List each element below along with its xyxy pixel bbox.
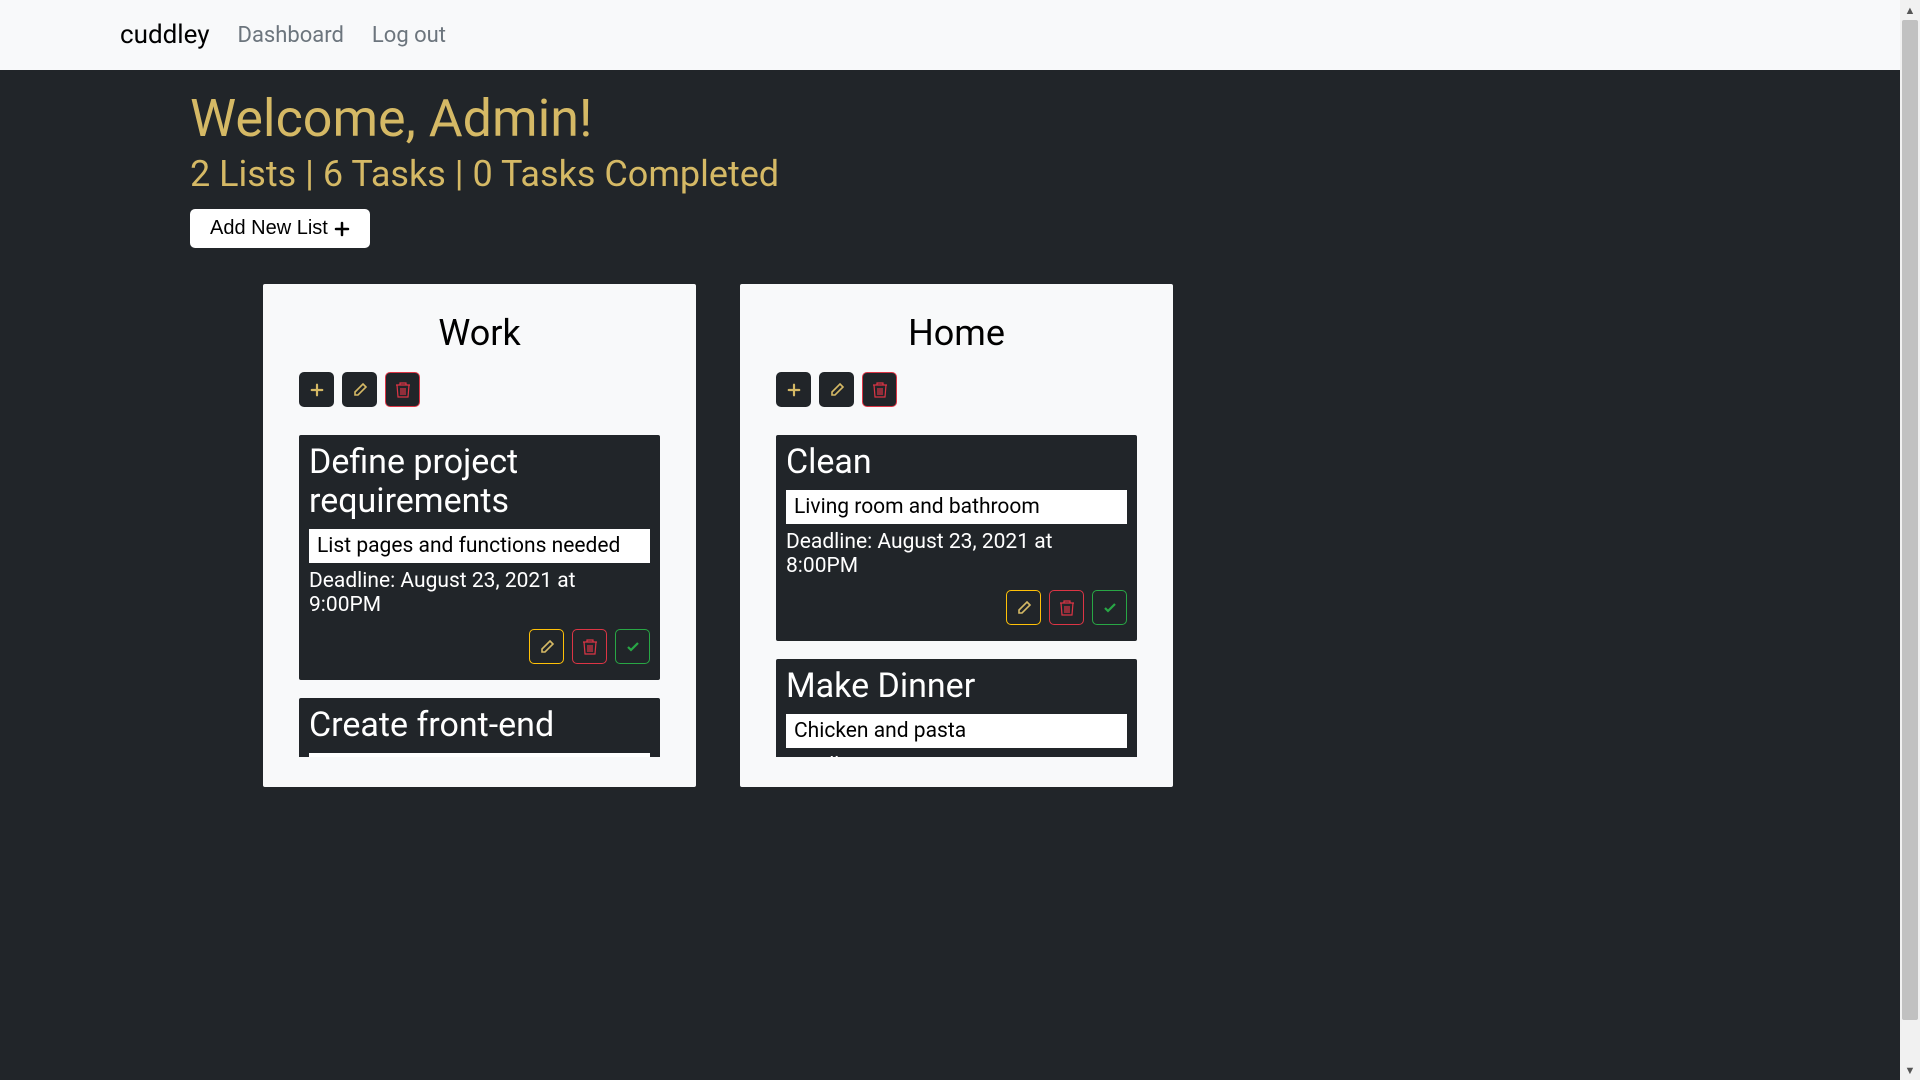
trash-icon: [583, 639, 597, 655]
list-card-home: Home Clean Living room and bathro: [740, 284, 1173, 787]
welcome-heading: Welcome, Admin!: [190, 88, 1900, 149]
nav-logout[interactable]: Log out: [372, 23, 446, 48]
delete-task-button[interactable]: [1049, 590, 1084, 625]
delete-list-button[interactable]: [862, 372, 897, 407]
page-viewport: cuddley Dashboard Log out Welcome, Admin…: [0, 0, 1900, 1080]
list-title: Work: [281, 312, 678, 354]
edit-icon: [1016, 600, 1032, 616]
plus-icon: [787, 383, 801, 397]
check-icon: [1102, 600, 1118, 616]
stats-summary: 2 Lists | 6 Tasks | 0 Tasks Completed: [190, 153, 1900, 195]
task-description: Create page templates and add: [309, 753, 650, 757]
add-task-button[interactable]: [299, 372, 334, 407]
task-card: Define project requirements List pages a…: [299, 435, 660, 680]
task-description: Chicken and pasta: [786, 714, 1127, 748]
task-card: Clean Living room and bathroom Deadline:…: [776, 435, 1137, 641]
nav-dashboard[interactable]: Dashboard: [238, 23, 344, 48]
edit-task-button[interactable]: [1006, 590, 1041, 625]
edit-icon: [539, 639, 555, 655]
tasks-scroll-container[interactable]: Clean Living room and bathroom Deadline:…: [776, 435, 1137, 757]
tasks-scroll-container[interactable]: Define project requirements List pages a…: [299, 435, 660, 757]
task-deadline: Deadline: August 23, 2021 at 8:00PM: [786, 530, 1127, 578]
trash-icon: [873, 382, 887, 398]
add-task-button[interactable]: [776, 372, 811, 407]
delete-task-button[interactable]: [572, 629, 607, 664]
task-title: Clean: [786, 443, 1127, 482]
list-title: Home: [758, 312, 1155, 354]
check-icon: [625, 639, 641, 655]
task-actions: [309, 629, 650, 664]
lists-row: Work Define project requirements: [263, 284, 1900, 787]
task-deadline: Deadline: August 23, 2021 at 9:00PM: [309, 569, 650, 617]
task-actions: [786, 590, 1127, 625]
delete-list-button[interactable]: [385, 372, 420, 407]
navbar: cuddley Dashboard Log out: [0, 0, 1900, 70]
edit-icon: [352, 382, 368, 398]
task-card: Make Dinner Chicken and pasta Deadline: …: [776, 659, 1137, 757]
main-content: Welcome, Admin! 2 Lists | 6 Tasks | 0 Ta…: [0, 70, 1900, 827]
page-scrollbar[interactable]: ▲ ▼: [1900, 0, 1920, 1080]
complete-task-button[interactable]: [1092, 590, 1127, 625]
edit-task-button[interactable]: [529, 629, 564, 664]
list-actions: [299, 372, 678, 407]
edit-list-button[interactable]: [342, 372, 377, 407]
edit-list-button[interactable]: [819, 372, 854, 407]
task-title: Make Dinner: [786, 667, 1127, 706]
plus-icon: [310, 383, 324, 397]
add-new-list-label: Add New List: [210, 217, 328, 240]
plus-icon: [334, 221, 350, 237]
task-deadline: Deadline: August 24, 2021 at 6:00PM: [786, 754, 1127, 757]
task-title: Create front-end: [309, 706, 650, 745]
add-new-list-button[interactable]: Add New List: [190, 209, 370, 248]
scroll-up-icon[interactable]: ▲: [1900, 0, 1920, 20]
edit-icon: [829, 382, 845, 398]
trash-icon: [1060, 600, 1074, 616]
task-title: Define project requirements: [309, 443, 650, 521]
task-card: Create front-end Create page templates a…: [299, 698, 660, 757]
list-actions: [776, 372, 1155, 407]
scroll-down-icon[interactable]: ▼: [1900, 1060, 1920, 1080]
trash-icon: [396, 382, 410, 398]
task-description: List pages and functions needed: [309, 529, 650, 563]
scrollbar-thumb[interactable]: [1902, 20, 1918, 1020]
list-card-work: Work Define project requirements: [263, 284, 696, 787]
complete-task-button[interactable]: [615, 629, 650, 664]
brand-logo[interactable]: cuddley: [120, 20, 210, 50]
task-description: Living room and bathroom: [786, 490, 1127, 524]
